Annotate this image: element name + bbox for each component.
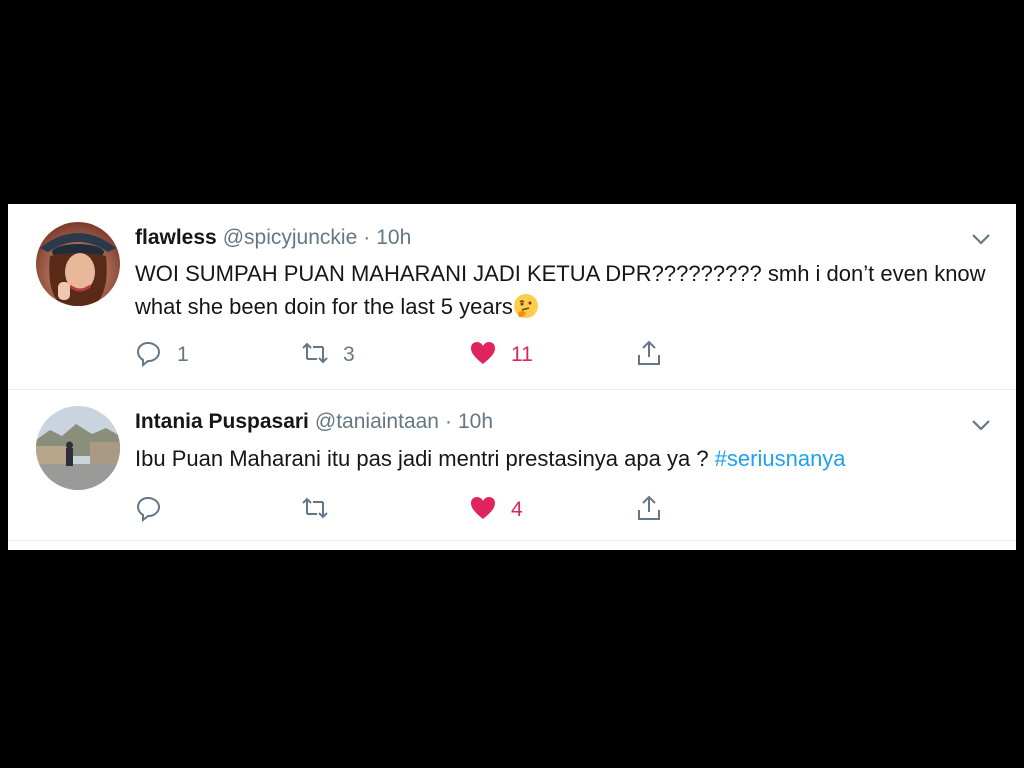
- display-name[interactable]: Intania Puspasari: [135, 410, 309, 433]
- like-button[interactable]: 4: [469, 495, 523, 525]
- retweet-icon: [301, 494, 329, 527]
- chevron-down-icon[interactable]: [970, 228, 992, 250]
- reply-button[interactable]: [135, 495, 177, 525]
- like-button[interactable]: 11: [469, 340, 533, 370]
- chevron-down-icon[interactable]: [970, 414, 992, 436]
- thinking-face-icon: [513, 293, 539, 319]
- avatar[interactable]: [36, 406, 120, 490]
- like-count: 4: [511, 498, 523, 521]
- hashtag-link[interactable]: #seriusnanya: [715, 446, 846, 471]
- tweet-body: WOI SUMPAH PUAN MAHARANI JADI KETUA DPR?…: [135, 261, 986, 319]
- tweet[interactable]: flawless @spicyjunckie · 10h WOI SUMPAH PUA…: [8, 204, 1016, 390]
- tweet-header: Intania Puspasari @taniaintaan · 10h: [135, 410, 493, 434]
- tweet-timeline: flawless @spicyjunckie · 10h WOI SUMPAH PUA…: [8, 204, 1016, 550]
- separator: ·: [363, 226, 371, 249]
- heart-icon: [469, 339, 497, 372]
- user-handle[interactable]: @taniaintaan: [315, 410, 439, 433]
- display-name[interactable]: flawless: [135, 226, 217, 249]
- reply-count: 1: [177, 343, 189, 366]
- tweet-text: WOI SUMPAH PUAN MAHARANI JADI KETUA DPR?…: [135, 257, 995, 323]
- tweet-text: Ibu Puan Maharani itu pas jadi mentri pr…: [135, 442, 995, 475]
- tweet[interactable]: Intania Puspasari @taniaintaan · 10h Ibu Pu…: [8, 390, 1016, 541]
- separator: ·: [444, 410, 452, 433]
- reply-icon: [135, 494, 163, 527]
- retweet-icon: [301, 339, 329, 372]
- share-button[interactable]: [635, 495, 663, 525]
- timestamp[interactable]: 10h: [458, 410, 493, 433]
- share-icon: [635, 339, 663, 372]
- avatar[interactable]: [36, 222, 120, 306]
- retweet-count: 3: [343, 343, 355, 366]
- user-handle[interactable]: @spicyjunckie: [223, 226, 358, 249]
- tweet-actions: 4: [135, 495, 695, 525]
- retweet-button[interactable]: 3: [301, 340, 355, 370]
- share-button[interactable]: [635, 340, 663, 370]
- heart-icon: [469, 494, 497, 527]
- share-icon: [635, 494, 663, 527]
- reply-icon: [135, 339, 163, 372]
- like-count: 11: [511, 343, 533, 366]
- timestamp[interactable]: 10h: [376, 226, 411, 249]
- retweet-button[interactable]: [301, 495, 343, 525]
- tweet-header: flawless @spicyjunckie · 10h: [135, 226, 411, 250]
- tweet-actions: 1 3 11: [135, 340, 695, 370]
- tweet-body: Ibu Puan Maharani itu pas jadi mentri pr…: [135, 446, 715, 471]
- reply-button[interactable]: 1: [135, 340, 189, 370]
